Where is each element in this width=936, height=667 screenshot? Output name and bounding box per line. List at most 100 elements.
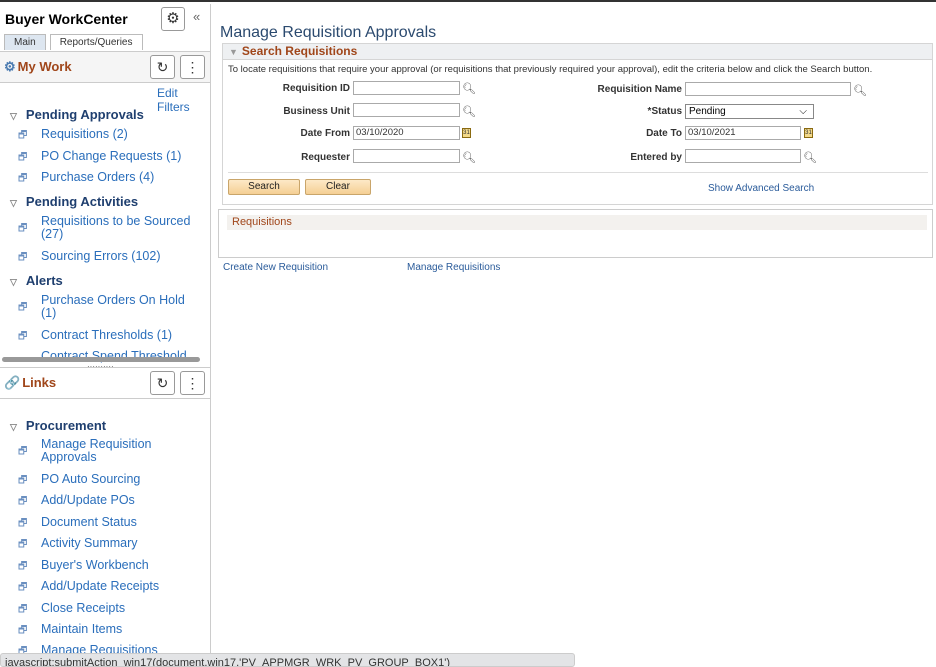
sidebar-item-purchase-orders[interactable]: 🗗 Purchase Orders (4) [18, 171, 193, 185]
lookup-icon[interactable]: 🔍︎ [462, 105, 476, 118]
item-label: Purchase Orders On Hold (1) [41, 293, 185, 320]
window-icon: 🗗 [18, 223, 28, 234]
sidebar-item-po-change-requests[interactable]: 🗗 PO Change Requests (1) [18, 150, 193, 164]
window-icon: 🗗 [18, 302, 28, 313]
sidebar-item-sourcing-errors[interactable]: 🗗 Sourcing Errors (102) [18, 249, 193, 264]
create-new-requisition-link[interactable]: Create New Requisition [223, 262, 328, 273]
link-icon: 🔗 [4, 375, 21, 390]
link-add-update-pos[interactable]: 🗗 Add/Update POs [18, 494, 193, 508]
lookup-icon[interactable]: 🔍︎ [462, 82, 476, 95]
link-maintain-items[interactable]: 🗗 Maintain Items [18, 622, 193, 637]
item-label: Buyer's Workbench [41, 558, 149, 572]
window-icon: 🗗 [18, 625, 28, 636]
my-work-header: ⚙ My Work ↻ ⋮ [0, 51, 210, 83]
window-icon: 🗗 [18, 152, 28, 163]
link-buyers-workbench[interactable]: 🗗 Buyer's Workbench [18, 558, 193, 573]
status-value: Pending [689, 106, 726, 117]
page-title: Manage Requisition Approvals [220, 24, 437, 41]
item-label: PO Auto Sourcing [41, 472, 141, 486]
group-label: Pending Activities [25, 194, 139, 209]
sidebar-item-contract-thresholds[interactable]: 🗗 Contract Thresholds (1) [18, 329, 193, 343]
link-activity-summary[interactable]: 🗗 Activity Summary [18, 536, 193, 551]
business-unit-input[interactable] [353, 103, 460, 117]
item-label: Activity Summary [41, 536, 138, 550]
window-icon: 🗗 [18, 173, 28, 184]
requester-label: Requester [301, 152, 350, 163]
clear-button[interactable]: Clear [305, 179, 371, 195]
item-label: Add/Update Receipts [41, 579, 160, 593]
entered-by-label: Entered by [630, 152, 682, 163]
window-icon: 🗗 [18, 496, 28, 507]
collapse-triangle-icon: ▽ [10, 277, 17, 287]
status-select[interactable]: Pending ⌵ [685, 104, 814, 119]
sidebar-item-requisitions[interactable]: 🗗 Requisitions (2) [18, 128, 193, 142]
collapse-triangle-icon: ▽ [10, 198, 17, 208]
window-icon: 🗗 [18, 561, 28, 572]
show-advanced-search-link[interactable]: Show Advanced Search [708, 183, 814, 194]
lookup-icon[interactable]: 🔍︎ [853, 84, 867, 97]
date-to-input[interactable]: 03/10/2021 [685, 126, 801, 140]
group-label: Procurement [25, 418, 107, 433]
links-title: Links [22, 375, 57, 390]
browser-status-bar: javascript:submitAction_win17(document.w… [0, 653, 575, 667]
item-label: Manage Requisition Approvals [41, 437, 152, 464]
date-from-input[interactable]: 03/10/2020 [353, 126, 460, 140]
window-icon: 🗗 [18, 518, 28, 529]
group-alerts[interactable]: ▽ Alerts [10, 273, 63, 288]
search-section-header[interactable]: ▼ Search Requisitions [223, 44, 932, 60]
business-unit-label: Business Unit [283, 106, 350, 117]
tab-reports-queries[interactable]: Reports/Queries [49, 34, 143, 50]
status-label: *Status [647, 106, 682, 117]
requisitions-header: Requisitions [227, 215, 927, 230]
calendar-icon[interactable]: 31 [462, 128, 471, 138]
lookup-icon[interactable]: 🔍︎ [803, 151, 817, 164]
window-icon: 🗗 [18, 446, 28, 457]
link-po-auto-sourcing[interactable]: 🗗 PO Auto Sourcing [18, 472, 193, 487]
calendar-icon[interactable]: 31 [804, 128, 813, 138]
lookup-icon[interactable]: 🔍︎ [462, 151, 476, 164]
window-icon: 🗗 [18, 475, 28, 486]
window-icon: 🗗 [18, 582, 28, 593]
refresh-icon[interactable]: ↻ [150, 55, 175, 79]
refresh-icon[interactable]: ↻ [150, 371, 175, 395]
edit-filters-link[interactable]: Edit Filters [157, 86, 210, 114]
search-button[interactable]: Search [228, 179, 300, 195]
entered-by-input[interactable] [685, 149, 801, 163]
group-pending-approvals[interactable]: ▽ Pending Approvals [10, 107, 144, 122]
more-options-icon[interactable]: ⋮ [180, 371, 205, 395]
requisition-name-label: Requisition Name [597, 84, 682, 95]
tab-main[interactable]: Main [4, 34, 46, 50]
more-options-icon[interactable]: ⋮ [180, 55, 205, 79]
item-label: Close Receipts [41, 601, 126, 615]
link-add-update-receipts[interactable]: 🗗 Add/Update Receipts [18, 579, 193, 594]
group-procurement[interactable]: ▽ Procurement [10, 418, 106, 433]
workcenter-title: Buyer WorkCenter [5, 11, 128, 27]
manage-requisitions-link[interactable]: Manage Requisitions [407, 262, 500, 273]
group-pending-activities[interactable]: ▽ Pending Activities [10, 194, 138, 209]
group-label: Alerts [25, 273, 63, 288]
item-label: Sourcing Errors (102) [41, 249, 161, 263]
chevron-down-icon: ⌵ [799, 106, 807, 117]
requisition-id-input[interactable] [353, 81, 460, 95]
instructions: To locate requisitions that require your… [228, 64, 873, 75]
link-document-status[interactable]: 🗗 Document Status [18, 516, 193, 530]
requester-input[interactable] [353, 149, 460, 163]
date-to-label: Date To [646, 128, 682, 139]
group-label: Pending Approvals [25, 107, 144, 122]
collapse-triangle-icon: ▽ [10, 422, 17, 432]
sidebar-item-requisitions-to-be-sourced[interactable]: 🗗 Requisitions to be Sourced (27) [18, 215, 193, 241]
gear-icon[interactable]: ⚙ [161, 7, 185, 31]
sidebar-item-purchase-orders-on-hold[interactable]: 🗗 Purchase Orders On Hold (1) [18, 294, 193, 320]
date-from-label: Date From [300, 128, 350, 139]
window-icon: 🗗 [18, 604, 28, 615]
window-icon: 🗗 [18, 252, 28, 263]
requisition-name-input[interactable] [685, 82, 851, 96]
collapse-triangle-icon: ▽ [10, 111, 17, 121]
link-close-receipts[interactable]: 🗗 Close Receipts [18, 601, 193, 616]
sidebar: Buyer WorkCenter ⚙ « Main Reports/Querie… [0, 4, 211, 663]
collapse-icon[interactable]: « [193, 9, 200, 24]
item-label: Maintain Items [41, 622, 123, 636]
link-manage-requisition-approvals[interactable]: 🗗 Manage Requisition Approvals [18, 438, 193, 464]
divider [228, 172, 928, 173]
window-icon: 🗗 [18, 331, 28, 342]
